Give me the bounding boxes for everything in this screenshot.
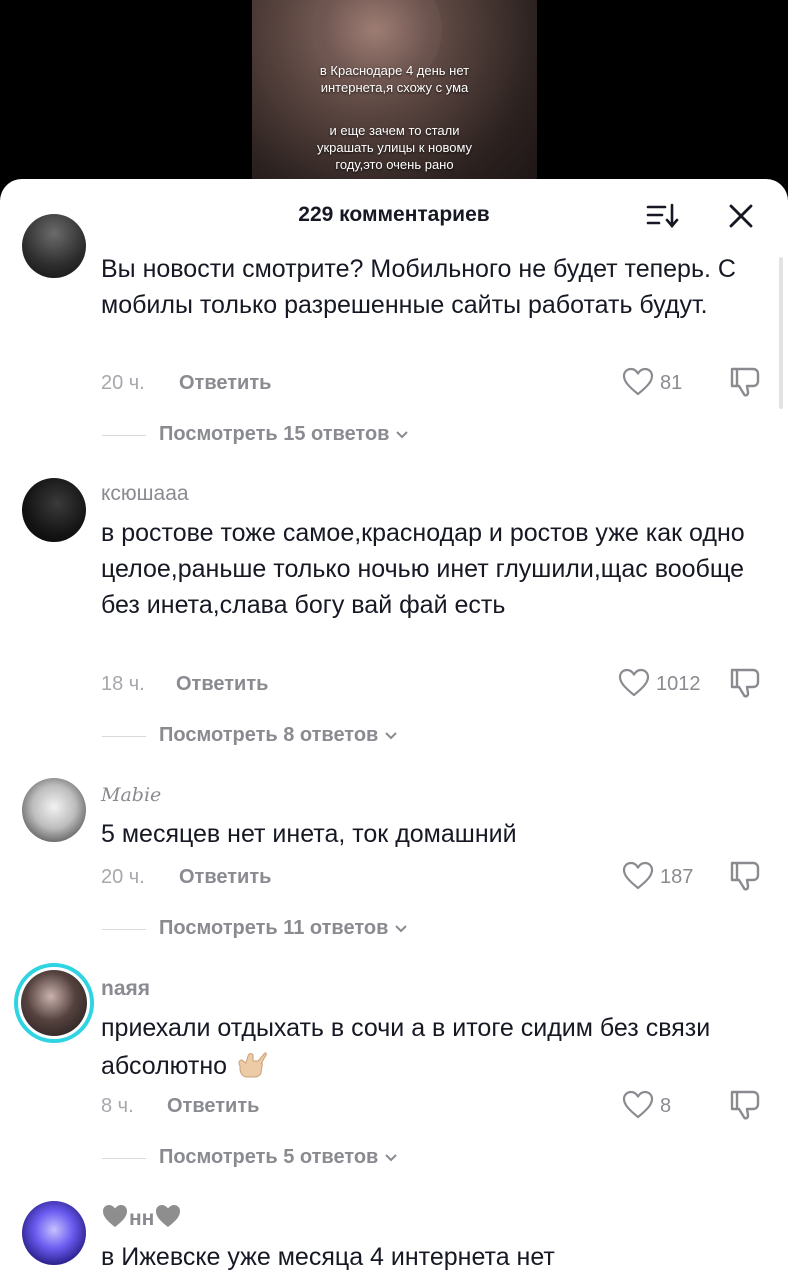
comments-sheet: 229 комментариев Вы новости смотрите? Мо… (0, 179, 788, 1280)
video-caption-2: и еще зачем то стали украшать улицы к но… (316, 123, 473, 172)
sort-button[interactable] (645, 201, 681, 231)
comment-username[interactable]: Mabie (101, 784, 161, 806)
sheet-header: 229 комментариев (0, 179, 788, 249)
divider (102, 736, 146, 737)
video-frame[interactable]: в Краснодаре 4 день нет интернета,я схож… (252, 0, 537, 200)
call-me-hand-emoji-icon (238, 1052, 267, 1078)
like-count: 187 (660, 866, 694, 888)
like-count: 81 (660, 372, 683, 394)
heart-icon[interactable] (622, 367, 654, 397)
chevron-down-icon (394, 917, 408, 940)
dislike-icon[interactable] (728, 365, 762, 399)
comment-time: 20 ч. (101, 372, 145, 394)
view-replies-label: Посмотреть 15 ответов (159, 423, 390, 445)
heart-icon[interactable] (622, 1090, 654, 1120)
divider (102, 435, 146, 436)
view-replies-button[interactable]: Посмотреть 15 ответов (159, 423, 409, 446)
comment-text: в Ижевске уже месяца 4 интернета нет (101, 1243, 555, 1271)
avatar-story-ring[interactable] (14, 963, 94, 1043)
view-replies-label: Посмотреть 11 ответов (159, 917, 389, 939)
grey-heart-emoji-icon (103, 1205, 127, 1227)
comment-time: 20 ч. (101, 866, 145, 888)
divider (102, 1158, 146, 1159)
comment-username[interactable]: ксюшааа (101, 482, 189, 506)
avatar (21, 970, 87, 1036)
like-count: 1012 (656, 673, 701, 695)
scrollbar[interactable] (779, 257, 783, 409)
comment-text: Вы новости смотрите? Мобильного не будет… (101, 255, 736, 319)
video-background: в Краснодаре 4 день нет интернета,я схож… (0, 0, 788, 200)
comment-username[interactable]: нн (101, 1203, 182, 1231)
view-replies-button[interactable]: Посмотреть 5 ответов (159, 1146, 398, 1169)
username-text: нн (129, 1207, 155, 1230)
dislike-icon[interactable] (728, 666, 762, 700)
comment-time: 18 ч. (101, 673, 145, 695)
reply-button[interactable]: Ответить (167, 1095, 259, 1118)
sort-icon (646, 203, 679, 229)
dislike-icon[interactable] (728, 1088, 762, 1122)
avatar[interactable] (22, 478, 86, 542)
view-replies-label: Посмотреть 5 ответов (159, 1146, 379, 1168)
chevron-down-icon (384, 1146, 398, 1169)
close-button[interactable] (726, 201, 756, 231)
view-replies-button[interactable]: Посмотреть 8 ответов (159, 724, 398, 747)
video-caption-1: в Краснодаре 4 день нет интернета,я схож… (319, 63, 470, 95)
comment-username[interactable]: naяя (101, 977, 150, 1001)
comment-text: приехали отдыхать в сочи а в итоге сидим… (101, 1010, 771, 1084)
heart-icon[interactable] (622, 861, 654, 891)
view-replies-label: Посмотреть 8 ответов (159, 724, 379, 746)
comment-text: в ростове тоже самое,краснодар и ростов … (101, 519, 745, 619)
comment-text-content: приехали отдыхать в сочи а в итоге сидим… (101, 1014, 711, 1080)
chevron-down-icon (384, 724, 398, 747)
avatar[interactable] (22, 778, 86, 842)
grey-heart-emoji-icon (156, 1205, 181, 1227)
reply-button[interactable]: Ответить (179, 866, 271, 889)
reply-button[interactable]: Ответить (179, 372, 271, 395)
view-replies-button[interactable]: Посмотреть 11 ответов (159, 917, 408, 940)
comment-text: 5 месяцев нет инета, ток домашний (101, 820, 517, 848)
comment-time: 8 ч. (101, 1095, 134, 1117)
dislike-icon[interactable] (728, 859, 762, 893)
divider (102, 929, 146, 930)
reply-button[interactable]: Ответить (176, 673, 268, 696)
close-icon (729, 204, 753, 228)
heart-icon[interactable] (618, 668, 650, 698)
chevron-down-icon (395, 423, 409, 446)
like-count: 8 (660, 1095, 672, 1117)
avatar[interactable] (22, 1201, 86, 1265)
avatar[interactable] (22, 214, 86, 278)
